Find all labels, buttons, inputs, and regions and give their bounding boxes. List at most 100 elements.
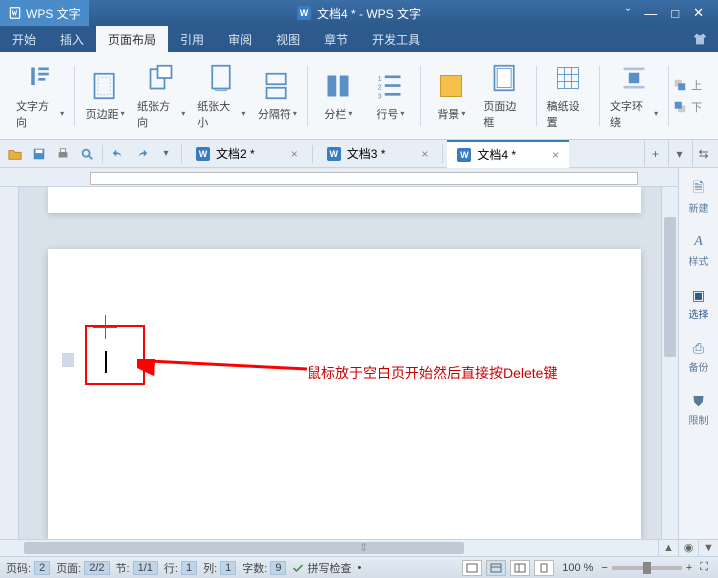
tab-list-button[interactable]: ▾ [668, 140, 690, 168]
tab-add-button[interactable]: + [644, 140, 666, 168]
size-icon [205, 62, 237, 94]
maximize-icon[interactable]: □ [671, 6, 679, 21]
annotation-box [85, 325, 145, 385]
scrollbar-vertical[interactable] [661, 187, 678, 539]
app-name: WPS 文字 [26, 5, 81, 22]
writing-paper-icon [552, 62, 584, 94]
qat-redo[interactable] [131, 143, 153, 165]
nav-next-page[interactable]: ▼ [698, 540, 718, 557]
doc-tab-4[interactable]: W 文档4 * × [447, 140, 569, 168]
close-tab-icon[interactable]: × [421, 147, 428, 161]
qat-open[interactable] [4, 143, 26, 165]
page-border-icon [489, 62, 521, 94]
menu-review[interactable]: 审阅 [216, 26, 264, 52]
ribbon-bring-forward[interactable]: 上 [673, 77, 702, 93]
view-layout-2[interactable] [486, 560, 506, 576]
status-section[interactable]: 节:1/1 [116, 560, 158, 576]
document-area[interactable]: 鼠标放于空白页开始然后直接按Delete键 [0, 168, 678, 539]
dropdown-icon[interactable]: ˇ [626, 6, 630, 21]
zoom-level[interactable]: 100 % [558, 562, 597, 574]
columns-icon [322, 70, 354, 102]
chevron-down-icon: ▾ [60, 109, 64, 118]
minimize-icon[interactable]: — [644, 6, 657, 21]
app-menu[interactable]: WPS 文字 [0, 0, 89, 26]
select-icon: ▣ [690, 286, 708, 304]
zoom-in-button[interactable]: + [686, 562, 692, 574]
close-tab-icon[interactable]: × [552, 148, 559, 162]
menu-insert[interactable]: 插入 [48, 26, 96, 52]
page-previous [48, 187, 641, 213]
ribbon-text-direction[interactable]: 文字方向▾ [10, 56, 70, 136]
text-cursor [105, 351, 107, 373]
ribbon-background[interactable]: 背景▾ [425, 56, 477, 136]
breaks-icon [261, 70, 293, 102]
orientation-icon [145, 62, 177, 94]
line-numbers-icon: 1 2 3 [374, 70, 406, 102]
svg-text:3: 3 [378, 93, 382, 100]
page-current[interactable] [48, 249, 641, 539]
close-icon[interactable]: ✕ [693, 5, 704, 21]
menu-reference[interactable]: 引用 [168, 26, 216, 52]
status-spellcheck[interactable]: 拼写检查 [292, 560, 351, 576]
ribbon-page-border[interactable]: 页面边框 [477, 56, 531, 136]
menu-section[interactable]: 章节 [312, 26, 360, 52]
ribbon-send-backward[interactable]: 下 [673, 99, 702, 115]
ruler-vertical[interactable] [0, 187, 19, 539]
ribbon-line-numbers[interactable]: 123 行号▾ [364, 56, 416, 136]
ribbon-size[interactable]: 纸张大小▾ [191, 56, 251, 136]
styles-icon: A [690, 233, 708, 251]
menu-view[interactable]: 视图 [264, 26, 312, 52]
side-restrict[interactable]: ⛊限制 [689, 388, 709, 431]
side-select[interactable]: ▣选择 [689, 282, 709, 325]
status-page[interactable]: 页面:2/2 [56, 560, 109, 576]
ruler-horizontal[interactable] [0, 168, 678, 187]
doc-tab-2[interactable]: W 文档2 * × [186, 140, 308, 168]
qat-undo[interactable] [107, 143, 129, 165]
margins-icon [89, 70, 121, 102]
backup-icon: ⎙ [690, 339, 708, 357]
text-wrap-icon [618, 62, 650, 94]
svg-text:2: 2 [378, 84, 382, 91]
view-layout-4[interactable] [534, 560, 554, 576]
qat-print-preview[interactable] [76, 143, 98, 165]
ribbon-text-wrap[interactable]: 文字环绕▾ [604, 56, 664, 136]
status-row[interactable]: 行:1 [164, 560, 197, 576]
menu-page-layout[interactable]: 页面布局 [96, 26, 168, 52]
side-backup[interactable]: ⎙备份 [689, 335, 709, 378]
menu-devtools[interactable]: 开发工具 [360, 26, 432, 52]
zoom-slider[interactable] [612, 566, 682, 570]
ribbon-breaks[interactable]: 分隔符▾ [251, 56, 303, 136]
nav-browse[interactable]: ◉ [678, 540, 698, 557]
skin-icon[interactable] [682, 26, 718, 52]
doc-icon: W [457, 148, 471, 162]
qat-save[interactable] [28, 143, 50, 165]
zoom-out-button[interactable]: − [601, 562, 607, 574]
close-tab-icon[interactable]: × [291, 147, 298, 161]
nav-prev-page[interactable]: ▲ [658, 540, 678, 557]
view-layout-1[interactable] [462, 560, 482, 576]
ribbon-columns[interactable]: 分栏▾ [312, 56, 364, 136]
svg-text:1: 1 [378, 75, 382, 82]
status-input-mode[interactable]: • [357, 562, 361, 574]
fullscreen-button[interactable]: ⛶ [696, 561, 712, 574]
status-page-code[interactable]: 页码:2 [6, 560, 50, 576]
doc-tab-3[interactable]: W 文档3 * × [317, 140, 439, 168]
view-layout-3[interactable] [510, 560, 530, 576]
menu-start[interactable]: 开始 [0, 26, 48, 52]
scrollbar-horizontal[interactable]: ▲ ◉ ▼ [0, 539, 718, 556]
doc-icon: W [196, 147, 210, 161]
ribbon-writing-paper[interactable]: 稿纸设置 [541, 56, 595, 136]
ribbon-orientation[interactable]: 纸张方向▾ [131, 56, 191, 136]
tab-switch-button[interactable]: ⇆ [692, 140, 714, 168]
qat-more[interactable]: ▾ [155, 143, 177, 165]
text-direction-icon [24, 62, 56, 94]
status-col[interactable]: 列:1 [203, 560, 236, 576]
ribbon-margins[interactable]: 页边距▾ [79, 56, 131, 136]
page-marker-icon [62, 353, 74, 367]
doc-icon: W [327, 147, 341, 161]
background-icon [435, 70, 467, 102]
qat-print[interactable] [52, 143, 74, 165]
side-new[interactable]: 🗎新建 [689, 176, 709, 219]
side-styles[interactable]: A样式 [689, 229, 709, 272]
status-word-count[interactable]: 字数:9 [242, 560, 286, 576]
